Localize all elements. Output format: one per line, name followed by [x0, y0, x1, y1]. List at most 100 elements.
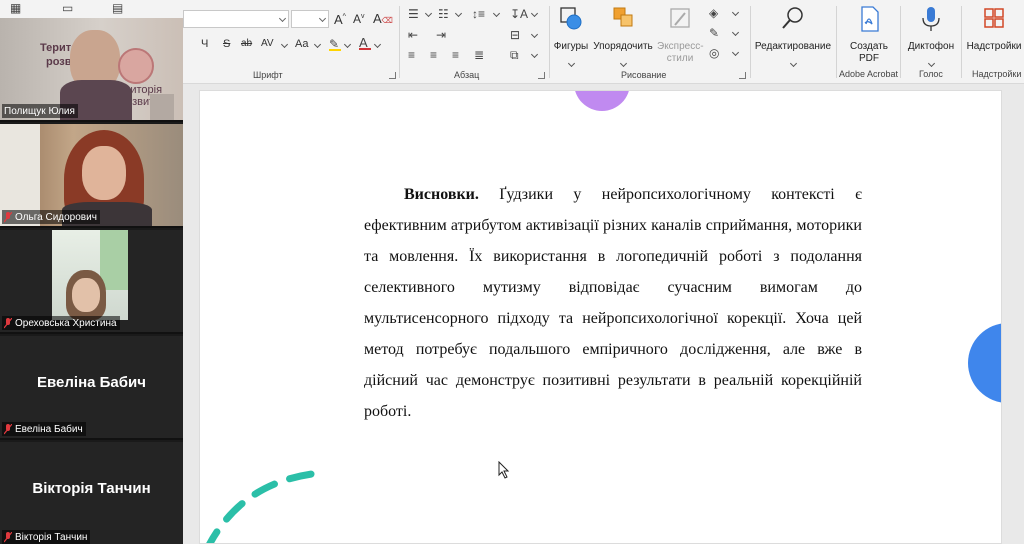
ribbon-separator [549, 6, 550, 78]
slide-area: Висновки. Ґудзики у нейропсихологічному … [183, 84, 1024, 544]
grow-font-icon[interactable]: A^ [334, 12, 346, 27]
microphone-icon [922, 7, 940, 31]
create-pdf-label-line2: PDF [859, 53, 879, 64]
participant-name-tag: Ореховська Христина [2, 316, 120, 330]
participant-name: Полищук Юлия [4, 105, 75, 117]
numbering-icon[interactable]: ☷ [438, 7, 449, 21]
create-pdf-label-line1: Создать [849, 41, 888, 52]
teal-dashed-arc-shape[interactable] [200, 461, 360, 544]
create-pdf-button[interactable]: Создать PDF [840, 4, 898, 65]
slide-page[interactable]: Висновки. Ґудзики у нейропсихологічному … [199, 90, 1002, 544]
shrink-font-icon[interactable]: Av [353, 12, 365, 26]
font-color-chevron-icon[interactable] [373, 40, 382, 49]
conclusions-text: Ґудзики у нейропсихологічному контексті … [364, 186, 862, 420]
adobe-group-label: Adobe Acrobat [839, 69, 899, 79]
font-dialog-launcher-icon[interactable] [389, 72, 396, 79]
voice-group-label: Голос [919, 69, 943, 79]
shape-outline-chevron-icon[interactable] [731, 28, 740, 37]
text-direction-chevron-icon[interactable] [530, 9, 539, 18]
char-spacing-button[interactable]: AV [261, 38, 274, 49]
participant-display-name: Евеліна Бабич [37, 374, 146, 391]
shapes-label: Фигуры [553, 41, 589, 52]
text-direction-icon[interactable]: ↧A [510, 7, 528, 21]
quick-styles-label-line1: Экспресс- [657, 41, 704, 52]
font-group: A^ Av A⌫ Ч S ab AV Aa ✎ A Шрифт [183, 0, 398, 84]
drawing-dialog-launcher-icon[interactable] [739, 72, 746, 79]
highlight-icon[interactable]: ✎ [329, 37, 341, 51]
addins-group-label: Надстройки [972, 69, 1022, 79]
participant-name: Ольга Сидорович [15, 211, 97, 223]
addins-button[interactable]: Надстройки [964, 4, 1024, 53]
justify-icon[interactable]: ≣ [474, 48, 484, 62]
background-object [150, 94, 174, 120]
banner-text: розв [46, 56, 72, 68]
underline-button[interactable]: Ч [201, 38, 208, 50]
align-text-icon[interactable]: ⊟ [510, 28, 520, 42]
line-spacing-chevron-icon[interactable] [492, 9, 501, 18]
layout-icon[interactable]: ▭ [62, 1, 73, 15]
mic-muted-icon [4, 317, 12, 328]
mouse-pointer-icon [498, 461, 510, 479]
highlight-chevron-icon[interactable] [343, 40, 352, 49]
shape-fill-chevron-icon[interactable] [731, 8, 740, 17]
font-color-icon[interactable]: A [359, 36, 371, 50]
increase-indent-icon[interactable]: ⇥ [436, 28, 446, 42]
quick-styles-label-line2: стили [666, 53, 694, 64]
participant-name-tag: Полищук Юлия [2, 104, 78, 118]
ribbon-left-strip: ▦ ▭ ▤ [0, 0, 183, 18]
participant-tile[interactable]: Ольга Сидорович [0, 124, 183, 228]
quick-styles-button[interactable]: Экспресс- стили [657, 4, 704, 65]
section-icon[interactable]: ▤ [112, 1, 123, 15]
strikeout-ab-button[interactable]: ab [241, 38, 252, 49]
background-plant [100, 230, 128, 290]
line-spacing-icon[interactable]: ↕≡ [472, 7, 485, 21]
participant-name: Евеліна Бабич [15, 423, 83, 435]
smartart-icon[interactable]: ⧉ [510, 48, 519, 62]
align-center-icon[interactable]: ≡ [430, 48, 437, 62]
quick-styles-icon [670, 8, 690, 28]
change-case-chevron-icon[interactable] [313, 40, 322, 49]
participant-tile[interactable]: Ореховська Христина [0, 230, 183, 334]
strikethrough-button[interactable]: S [223, 38, 230, 50]
font-name-combo[interactable] [183, 10, 289, 28]
arrange-button[interactable]: Упорядочить [592, 4, 654, 71]
align-text-chevron-icon[interactable] [530, 30, 539, 39]
clear-format-icon[interactable]: A⌫ [373, 11, 393, 26]
shape-effects-icon[interactable]: ◎ [709, 46, 719, 60]
shape-fill-icon[interactable]: ◈ [709, 6, 718, 20]
screen: A^ Av A⌫ Ч S ab AV Aa ✎ A Шрифт ☰ ☷ ↕≡ ↧… [0, 0, 1024, 544]
dictate-label: Диктофон [907, 41, 955, 52]
arrange-icon [613, 7, 633, 27]
new-slide-icon[interactable]: ▦ [10, 1, 21, 15]
purple-circle-shape[interactable] [574, 91, 630, 111]
shapes-button[interactable]: Фигуры [551, 4, 591, 71]
pdf-icon [861, 6, 879, 32]
blue-circle-shape[interactable] [968, 323, 1001, 403]
shape-effects-chevron-icon[interactable] [731, 48, 740, 57]
char-spacing-chevron-icon[interactable] [280, 40, 289, 49]
addins-label: Надстройки [966, 41, 1022, 52]
change-case-button[interactable]: Aa [295, 38, 308, 50]
conclusions-paragraph[interactable]: Висновки. Ґудзики у нейропсихологічному … [364, 179, 862, 427]
decrease-indent-icon[interactable]: ⇤ [408, 28, 418, 42]
participant-display-name: Вікторія Танчин [32, 480, 151, 497]
participant-tile[interactable]: Вікторія Танчин Вікторія Танчин [0, 442, 183, 544]
mic-muted-icon [4, 211, 12, 222]
logo-circle [118, 48, 154, 84]
participant-tile[interactable]: Евеліна Бабич Евеліна Бабич [0, 336, 183, 440]
dictate-button[interactable]: Диктофон [903, 4, 959, 71]
ribbon-separator [836, 6, 837, 78]
shape-outline-icon[interactable]: ✎ [709, 26, 719, 40]
participant-face [82, 146, 126, 200]
bullets-chevron-icon[interactable] [424, 9, 433, 18]
align-left-icon[interactable]: ≡ [408, 48, 415, 62]
font-size-combo[interactable] [291, 10, 329, 28]
mic-muted-icon [4, 423, 12, 434]
align-right-icon[interactable]: ≡ [452, 48, 459, 62]
participant-tile[interactable]: Терито розв Територія розвитку Полищук Ю… [0, 18, 183, 122]
paragraph-dialog-launcher-icon[interactable] [538, 72, 545, 79]
numbering-chevron-icon[interactable] [454, 9, 463, 18]
bullets-icon[interactable]: ☰ [408, 7, 419, 21]
editing-button[interactable]: Редактирование [752, 4, 834, 71]
smartart-chevron-icon[interactable] [530, 50, 539, 59]
